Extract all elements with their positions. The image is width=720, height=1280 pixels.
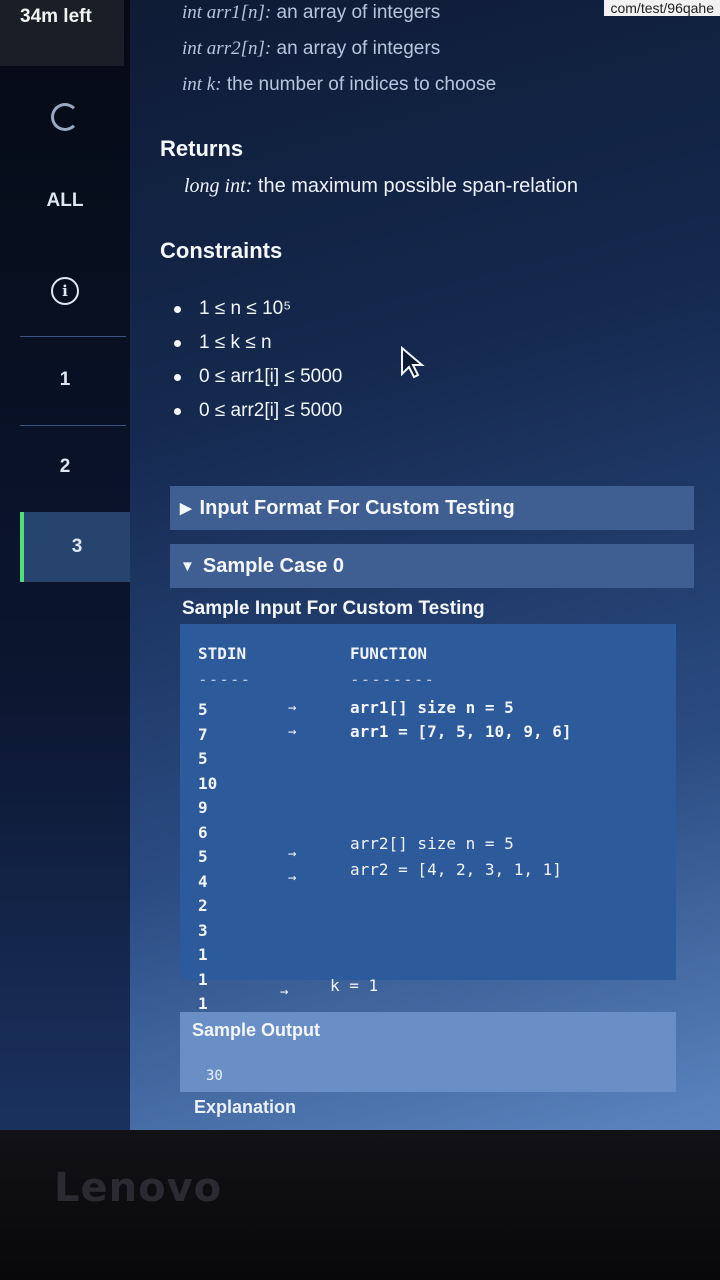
param-desc: the number of indices to choose <box>221 74 497 95</box>
sample-case-0-toggle[interactable]: ▼ Sample Case 0 <box>170 544 694 588</box>
function-line: arr2 = [4, 2, 3, 1, 1] <box>350 860 562 879</box>
question-2-button[interactable]: 2 <box>0 432 130 502</box>
param-k: int k: the number of indices to choose <box>182 74 496 96</box>
stdin-line: 9 <box>198 798 208 817</box>
arrow-icon: → <box>288 724 297 740</box>
function-header: FUNCTION <box>350 644 428 663</box>
returns-type: long int: <box>184 175 253 197</box>
question-3-button[interactable]: 3 <box>20 512 130 582</box>
sample-output-value: 30 <box>206 1068 223 1084</box>
sample-input-code: STDIN FUNCTION ----- -------- 5 7 5 10 9… <box>180 624 676 1013</box>
constraint-item: 1 ≤ k ≤ n <box>174 326 342 360</box>
sample-output-panel: Sample Output 30 <box>180 1012 676 1092</box>
stdin-line: 3 <box>198 920 208 940</box>
stdin-header: STDIN <box>198 644 247 663</box>
expand-triangle-icon: ▶ <box>180 500 192 517</box>
monitor-screen: com/test/96qahe 34m left ALL i 1 2 3 int… <box>0 0 720 1140</box>
stdin-line: 5 <box>198 847 208 866</box>
stdin-line: 5 <box>198 700 208 719</box>
refresh-icon <box>51 103 79 131</box>
collapse-triangle-icon: ▼ <box>180 557 195 575</box>
stdin-divider: ----- <box>198 670 252 689</box>
stdin-line: 5 <box>198 749 208 768</box>
arrow-icon: → <box>288 700 297 716</box>
stdin-values: 5 7 5 10 9 6 5 4 2 3 1 1 1 <box>198 698 217 1017</box>
all-questions-button[interactable]: ALL <box>0 166 130 236</box>
input-format-label: Input Format For Custom Testing <box>199 496 515 519</box>
sample-output-heading: Sample Output <box>192 1020 321 1040</box>
function-line: arr1 = [7, 5, 10, 9, 6] <box>350 722 572 741</box>
sample-input-heading: Sample Input For Custom Testing <box>182 598 485 619</box>
rail-divider <box>20 425 126 426</box>
param-arr2: int arr2[n]: an array of integers <box>182 38 440 60</box>
param-arr1: int arr1[n]: an array of integers <box>182 2 440 24</box>
returns-heading: Returns <box>160 136 244 161</box>
constraint-item: 1 ≤ n ≤ 10⁵ <box>174 292 342 326</box>
arrow-icon: → <box>288 870 297 886</box>
param-type: int arr2[n]: <box>182 38 272 59</box>
brand-logo: Lenovo <box>54 1165 223 1211</box>
info-icon: i <box>51 277 79 305</box>
stdin-line: 10 <box>198 773 218 793</box>
rail-divider <box>20 336 126 337</box>
constraint-item: 0 ≤ arr2[i] ≤ 5000 <box>174 394 342 428</box>
info-button[interactable]: i <box>0 256 130 326</box>
time-remaining: 34m left <box>0 0 124 66</box>
explanation-heading: Explanation <box>194 1097 297 1117</box>
mouse-cursor-icon <box>401 346 425 379</box>
constraint-item: 0 ≤ arr1[i] ≤ 5000 <box>174 360 342 394</box>
param-type: int k: <box>182 74 222 95</box>
stdin-line: 6 <box>198 822 208 842</box>
stdin-line: 1 <box>198 969 208 989</box>
param-desc: an array of integers <box>271 2 441 23</box>
returns-desc: the maximum possible span-relation <box>252 175 579 197</box>
refresh-button[interactable] <box>0 82 130 152</box>
sample-case-label: Sample Case 0 <box>202 554 345 577</box>
stdin-line: 2 <box>198 896 208 915</box>
function-line: arr1[] size n = 5 <box>350 698 514 717</box>
constraints-heading: Constraints <box>160 238 283 263</box>
param-desc: an array of integers <box>271 38 441 59</box>
arrow-icon: → <box>288 846 297 862</box>
function-line: arr2[] size n = 5 <box>350 834 514 853</box>
question-1-button[interactable]: 1 <box>0 345 130 415</box>
arrow-icon: → <box>280 984 289 1000</box>
function-line: k = 1 <box>330 976 379 995</box>
question-nav-rail: 34m left ALL i 1 2 3 <box>0 0 130 1140</box>
param-type: int arr1[n]: <box>182 2 272 23</box>
input-format-toggle[interactable]: ▶ Input Format For Custom Testing <box>170 486 694 530</box>
stdin-line: 7 <box>198 724 208 744</box>
stdin-line: 1 <box>198 945 208 964</box>
returns-description: long int: the maximum possible span-rela… <box>184 175 578 198</box>
function-divider: -------- <box>350 670 436 689</box>
constraints-list: 1 ≤ n ≤ 10⁵ 1 ≤ k ≤ n 0 ≤ arr1[i] ≤ 5000… <box>174 292 342 428</box>
problem-statement: int arr1[n]: an array of integers int ar… <box>160 0 700 1140</box>
stdin-line: 4 <box>198 871 208 891</box>
